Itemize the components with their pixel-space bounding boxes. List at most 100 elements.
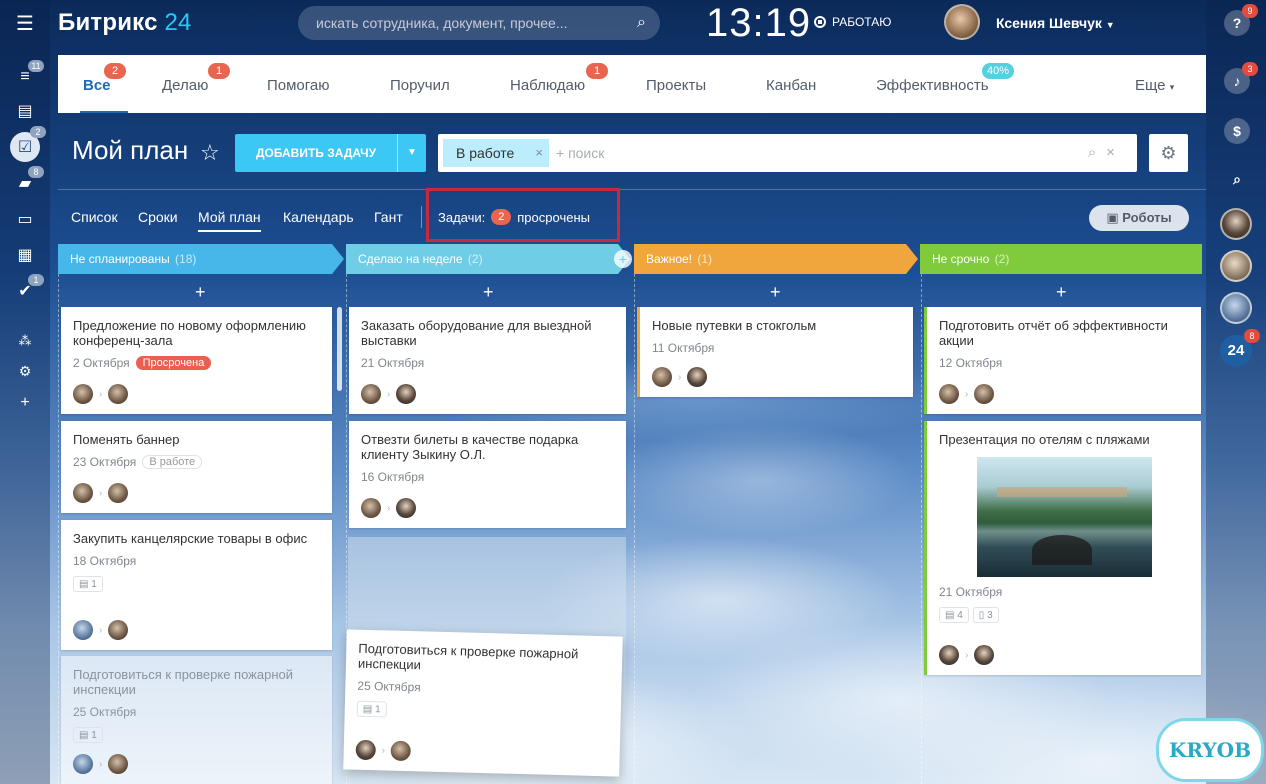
tab-projects[interactable]: Проекты bbox=[646, 77, 706, 94]
avatar[interactable] bbox=[73, 620, 93, 640]
task-card[interactable]: Новые путевки в стокгольм 11 Октября › bbox=[637, 307, 913, 397]
right-sidebar: ? 9 ♪ 3 $ ⌕ 24 8 bbox=[1206, 0, 1266, 784]
add-task-plus-icon[interactable]: + bbox=[483, 282, 494, 303]
task-title: Новые путевки в стокгольм bbox=[652, 318, 817, 333]
avatar[interactable] bbox=[652, 367, 672, 387]
add-task-plus-icon[interactable]: + bbox=[770, 282, 781, 303]
avatar[interactable] bbox=[73, 384, 93, 404]
task-card[interactable]: Поменять баннер 23 Октября В работе › bbox=[61, 421, 332, 513]
add-task-button[interactable]: ДОБАВИТЬ ЗАДАЧУ bbox=[235, 134, 397, 172]
avatar[interactable] bbox=[108, 754, 129, 774]
task-card-dragging[interactable]: Подготовиться к проверке пожарной инспек… bbox=[343, 629, 623, 777]
task-card[interactable]: Закупить канцелярские товары в офис 18 О… bbox=[61, 520, 332, 650]
task-date: 25 Октября bbox=[357, 678, 421, 695]
user-name[interactable]: Ксения Шевчук ▼ bbox=[996, 15, 1115, 31]
open-lines-icon[interactable]: $ bbox=[1224, 118, 1250, 144]
contact-avatar[interactable] bbox=[1220, 292, 1252, 324]
filter-bar[interactable]: В работе × + поиск ⌕× bbox=[438, 134, 1137, 172]
view-calendar[interactable]: Календарь bbox=[283, 209, 354, 225]
close-icon[interactable]: × bbox=[535, 139, 543, 167]
bell-icon[interactable]: ♪ 3 bbox=[1224, 62, 1258, 94]
task-card[interactable]: Заказать оборудование для выездной выста… bbox=[349, 307, 626, 414]
avatar[interactable] bbox=[108, 384, 129, 404]
search-icon[interactable]: ⌕ bbox=[1088, 144, 1106, 161]
gear-icon[interactable]: ⚙ bbox=[14, 360, 36, 382]
news-icon[interactable]: ▤ bbox=[14, 100, 36, 122]
avatar[interactable] bbox=[108, 620, 129, 640]
column-header-not-urgent[interactable]: Не срочно (2) bbox=[920, 244, 1202, 274]
task-card[interactable]: Подготовить отчёт об эффективности акции… bbox=[924, 307, 1201, 414]
comments-chip: ▤ 1 bbox=[73, 576, 103, 592]
view-deadlines[interactable]: Сроки bbox=[138, 209, 178, 225]
efficiency-badge: 40% bbox=[982, 63, 1015, 79]
user-avatar[interactable] bbox=[944, 4, 980, 40]
task-image[interactable] bbox=[976, 457, 1152, 577]
search-icon[interactable]: ⌕ bbox=[637, 6, 646, 40]
avatar[interactable] bbox=[361, 498, 381, 518]
add-task-plus-icon[interactable]: + bbox=[1056, 282, 1067, 303]
contact-avatar[interactable] bbox=[1220, 208, 1252, 240]
tab-doing[interactable]: Делаю bbox=[162, 77, 208, 94]
column-header-this-week[interactable]: Сделаю на неделе (2) bbox=[346, 244, 630, 274]
search-input[interactable]: искать сотрудника, документ, прочее... ⌕ bbox=[298, 6, 660, 40]
task-date: 21 Октября bbox=[939, 585, 1003, 599]
view-list[interactable]: Список bbox=[71, 209, 118, 225]
avatar[interactable] bbox=[396, 384, 417, 404]
drive-icon[interactable]: ▭ bbox=[14, 208, 36, 230]
chat-icon[interactable]: ▰ 8 bbox=[14, 166, 44, 194]
view-gantt[interactable]: Гант bbox=[374, 209, 403, 225]
files-chip: ▯ 3 bbox=[972, 607, 999, 623]
robots-button[interactable]: ▣ Роботы bbox=[1089, 205, 1189, 231]
add-task-dropdown[interactable]: ▼ bbox=[397, 134, 426, 172]
avatar[interactable] bbox=[974, 645, 995, 665]
tab-efficiency[interactable]: Эффективность bbox=[876, 77, 989, 94]
avatar[interactable] bbox=[939, 384, 959, 404]
search-placeholder: искать сотрудника, документ, прочее... bbox=[316, 15, 568, 31]
avatar[interactable] bbox=[974, 384, 995, 404]
avatar[interactable] bbox=[361, 384, 381, 404]
avatar[interactable] bbox=[939, 645, 959, 665]
filter-search-input[interactable]: + поиск bbox=[556, 134, 604, 172]
tab-kanban[interactable]: Канбан bbox=[766, 77, 816, 94]
tab-watching[interactable]: Наблюдаю bbox=[510, 77, 585, 94]
work-status[interactable]: РАБОТАЮ bbox=[814, 15, 891, 29]
avatar[interactable] bbox=[687, 367, 708, 387]
add-column-icon[interactable]: + bbox=[614, 250, 632, 268]
tab-helping[interactable]: Помогаю bbox=[267, 77, 330, 94]
task-card[interactable]: Отвезти билеты в качестве подарка клиент… bbox=[349, 421, 626, 528]
search-icon[interactable]: ⌕ bbox=[1224, 166, 1250, 192]
tab-assigned[interactable]: Поручил bbox=[390, 77, 450, 94]
tab-all[interactable]: Все bbox=[83, 77, 111, 94]
settings-button[interactable]: ⚙ bbox=[1149, 134, 1188, 172]
task-card[interactable]: Презентация по отелям с пляжами 21 Октяб… bbox=[924, 421, 1201, 675]
task-card[interactable]: Предложение по новому оформлению конфере… bbox=[61, 307, 332, 414]
tasks-icon[interactable]: ☑ 2 bbox=[10, 126, 46, 162]
filter-chip[interactable]: В работе × bbox=[443, 139, 549, 167]
add-task-plus-icon[interactable]: + bbox=[195, 282, 206, 303]
check-icon[interactable]: ✔ 1 bbox=[14, 274, 44, 302]
star-icon[interactable]: ☆ bbox=[200, 140, 220, 166]
tab-more[interactable]: Еще ▾ bbox=[1135, 77, 1174, 94]
logo[interactable]: Битрикс 24 bbox=[58, 9, 192, 37]
bitrix24-icon[interactable]: 24 8 bbox=[1220, 329, 1260, 367]
avatar[interactable] bbox=[390, 740, 412, 762]
plus-icon[interactable]: + bbox=[14, 392, 36, 414]
calendar-icon[interactable]: ▦ bbox=[14, 244, 36, 266]
clock: 13:19 bbox=[706, 1, 812, 45]
column-header-important[interactable]: Важное! (1) bbox=[634, 244, 918, 274]
help-icon[interactable]: ? 9 bbox=[1224, 4, 1258, 36]
column-header-unplanned[interactable]: Не спланированы (18) bbox=[58, 244, 344, 274]
watermark-logo: KRYOB bbox=[1156, 718, 1264, 782]
avatar[interactable] bbox=[73, 483, 93, 503]
avatar[interactable] bbox=[396, 498, 417, 518]
task-card[interactable]: Подготовиться к проверке пожарной инспек… bbox=[61, 656, 332, 784]
avatar[interactable] bbox=[108, 483, 129, 503]
structure-icon[interactable]: ⁂ bbox=[14, 330, 36, 352]
avatar[interactable] bbox=[73, 754, 93, 774]
close-icon[interactable]: × bbox=[1106, 144, 1125, 161]
avatar[interactable] bbox=[355, 739, 376, 761]
view-my-plan[interactable]: Мой план bbox=[198, 209, 261, 232]
scrollbar[interactable] bbox=[337, 307, 342, 391]
contact-avatar[interactable] bbox=[1220, 250, 1252, 282]
live-feed-icon[interactable]: ≡ 11 bbox=[14, 60, 44, 88]
